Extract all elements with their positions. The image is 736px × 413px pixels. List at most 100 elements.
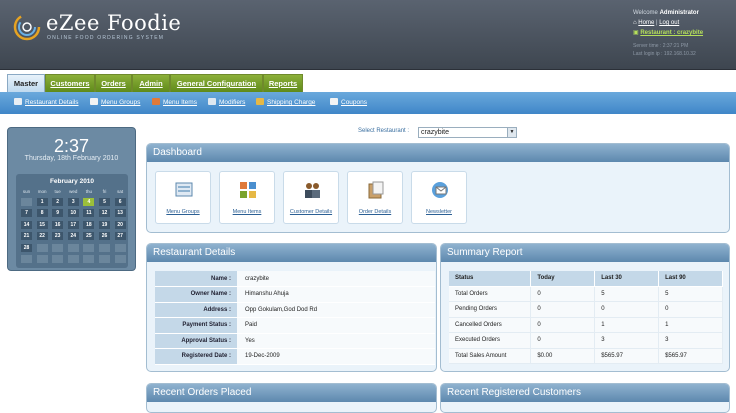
calendar-day[interactable]: 6 [114,198,126,206]
tab-master[interactable]: Master [7,74,45,93]
calendar-empty-cell [36,255,48,263]
calendar-day-name: sun [22,189,31,194]
calendar-day[interactable]: 3 [67,198,79,206]
calendar-day[interactable]: 24 [67,232,79,241]
calendar-day[interactable]: 8 [36,209,48,218]
summary-report-table: Status Today Last 30 Last 90 Total Orders 0 5 5… [449,271,723,364]
detail-label: Registered Date : [155,348,237,365]
tab-customers[interactable]: Customers [45,74,95,92]
app-header: eZee Foodie ONLINE FOOD ORDERING SYSTEM … [0,0,736,70]
tab-orders[interactable]: Orders [95,74,132,92]
calendar-day[interactable]: 14 [21,220,32,229]
tab-reports[interactable]: Reports [263,74,303,92]
customers-icon [305,183,320,198]
restaurant-select-value: crazybite [421,129,450,136]
tab-general-configuration[interactable]: General Configuration [170,74,263,92]
calendar-empty-cell [21,255,32,263]
recent-orders-title: Recent Orders Placed [147,384,436,402]
calendar-day[interactable]: 18 [83,220,95,229]
calendar-day[interactable]: 22 [36,232,48,241]
restaurant-icon: ▣ [633,30,639,36]
calendar-day[interactable]: 4 [83,198,95,206]
column-header: Last 90 [658,271,723,287]
table-row: Pending Orders 0 0 0 [449,301,723,318]
dashboard-order-details[interactable]: Order Details [347,171,403,224]
calendar-day[interactable]: 20 [114,220,126,229]
table-cell: Pending Orders [449,301,532,318]
calendar-day[interactable]: 15 [36,220,48,229]
table-cell: $0.00 [530,348,596,364]
dashboard-panel: Dashboard Menu Groups Menu Items Custome… [146,143,730,233]
calendar-empty-cell [67,255,79,263]
newsletter-icon [432,182,448,198]
recent-orders-panel: Recent Orders Placed [146,383,437,413]
calendar-day[interactable]: 25 [83,232,95,241]
calendar-day[interactable]: 16 [52,220,64,229]
calendar-day[interactable]: 19 [99,220,110,229]
calendar-empty-cell [114,243,126,252]
dashboard-menu-items[interactable]: Menu Items [219,171,275,224]
column-header: Last 30 [594,271,660,287]
table-cell: 0 [594,301,660,318]
detail-value: crazybite [237,271,435,287]
subnav-restaurant-details[interactable]: Restaurant Details [14,98,78,108]
calendar-day[interactable]: 12 [99,209,110,218]
summary-report-title: Summary Report [441,244,729,262]
table-row: Executed Orders 0 3 3 [449,332,723,349]
subnav-menu-items[interactable]: Menu Items [152,98,197,108]
table-cell: 5 [594,286,660,302]
calendar-day-name: sat [117,189,124,194]
dashboard-item-label: Menu Groups [166,209,200,215]
calendar-empty-cell [114,255,126,263]
table-cell: 0 [658,301,723,318]
calendar-day[interactable]: 7 [21,209,32,218]
detail-value: Paid [237,317,435,334]
restaurant-details-table: Name : crazybite Owner Name : Himanshu Ahuj… [155,271,435,365]
calendar-day[interactable]: 17 [67,220,79,229]
dashboard-newsletter[interactable]: Newsletter [411,171,467,224]
subnav-coupons[interactable]: Coupons [330,98,367,108]
table-row: Total Orders 0 5 5 [449,286,723,302]
user-panel: Welcome Administrator ⌂ Home | Log out ▣… [633,8,733,58]
tab-admin[interactable]: Admin [132,74,170,92]
table-row: Address : Opp Gokulam,God Dod Rd [155,302,435,318]
table-row: Payment Status : Paid [155,317,435,334]
table-cell: 1 [658,317,723,333]
calendar-day[interactable]: 2 [52,198,64,206]
restaurant-select[interactable]: crazybite ▼ [418,127,517,138]
sub-navigation: Restaurant Details Menu Groups Menu Item… [0,92,736,114]
subnav-label: Menu Groups [101,99,141,106]
subnav-modifiers[interactable]: Modifiers [208,98,245,108]
logout-link[interactable]: Log out [659,20,679,26]
app-subtitle: ONLINE FOOD ORDERING SYSTEM [47,35,165,41]
detail-label: Address : [155,302,237,318]
dashboard-menu-groups[interactable]: Menu Groups [155,171,211,224]
calendar-day[interactable]: 23 [52,232,64,241]
calendar-day[interactable]: 27 [114,232,126,241]
table-row: Approval Status : Yes [155,333,435,349]
detail-value: Yes [237,333,435,349]
logo-icon [13,13,41,41]
calendar-day[interactable]: 13 [114,209,126,218]
calendar-day-name: wed [69,189,78,194]
calendar-day[interactable]: 5 [99,198,110,206]
calendar-day[interactable]: 9 [52,209,64,218]
calendar-empty-cell [21,198,32,206]
server-time: Server time : 2:37:21 PM [633,43,689,49]
calendar-day[interactable]: 21 [21,232,32,241]
subnav-shipping-charge[interactable]: Shipping Charge [256,98,315,108]
home-link[interactable]: Home [638,20,654,26]
calendar-day[interactable]: 1 [36,198,48,206]
calendar-day[interactable]: 28 [21,243,32,252]
restaurant-link[interactable]: Restaurant : crazybite [640,30,703,36]
calendar-day[interactable]: 26 [99,232,110,241]
calendar-day[interactable]: 10 [67,209,79,218]
table-row: Total Sales Amount $0.00 $565.97 $565.97 [449,348,723,364]
subnav-menu-groups[interactable]: Menu Groups [90,98,140,108]
column-header: Status [449,271,532,287]
table-cell: $565.97 [594,348,660,364]
home-icon: ⌂ [633,20,637,26]
restaurant-details-title: Restaurant Details [147,244,436,262]
dashboard-customer-details[interactable]: Customer Details [283,171,339,224]
calendar-day[interactable]: 11 [83,209,95,218]
